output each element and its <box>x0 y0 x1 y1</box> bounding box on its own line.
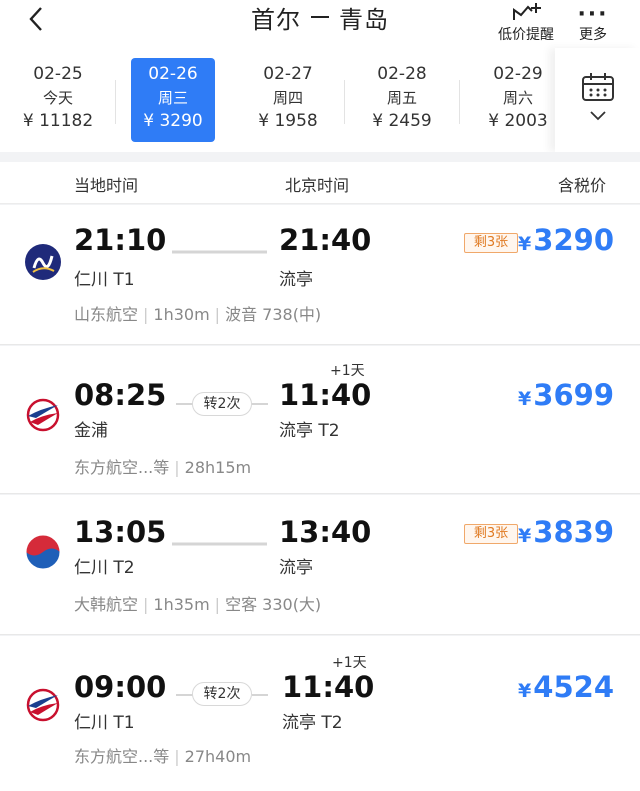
flight-price: ¥3699 <box>518 378 614 412</box>
calendar-button[interactable] <box>555 48 640 152</box>
section-gap <box>0 152 640 162</box>
arrival-time: 13:40 <box>279 515 372 549</box>
divider <box>344 80 345 124</box>
date-tab-0226[interactable]: 02-26 周三 ¥ 3290 <box>131 58 215 142</box>
seats-left-badge: 剩3张 <box>464 233 518 253</box>
date-tab-0227[interactable]: 02-27 周四 ¥ 1958 <box>236 58 340 142</box>
departure-airport: 金浦 <box>74 421 108 441</box>
beijing-time-header: 北京时间 <box>285 176 350 195</box>
column-header: 当地时间 北京时间 含税价 <box>0 162 640 204</box>
flight-info: 大韩航空 | 1h35m | 空客 330(大) <box>74 595 322 614</box>
aircraft-type: 空客 330(大) <box>225 595 322 614</box>
date-price: ¥ 2459 <box>372 111 432 131</box>
departure-airport: 仁川 T1 <box>74 270 135 290</box>
departure-time: 13:05 <box>74 515 167 549</box>
flight-card[interactable]: 13:05 13:40 仁川 T2 流亭 大韩航空 | 1h35m | 空客 330(大… <box>0 495 640 635</box>
more-dots-icon: ··· <box>577 2 609 27</box>
date-tab-0228[interactable]: 02-28 周五 ¥ 2459 <box>350 58 454 142</box>
date-selector: 02-25 今天 ¥ 11182 02-26 周三 ¥ 3290 02-27 周… <box>0 48 640 152</box>
date-tab-0225[interactable]: 02-25 今天 ¥ 11182 <box>6 58 110 142</box>
flight-line <box>172 250 267 254</box>
price-alert-button[interactable]: 低价提醒 <box>492 0 560 44</box>
next-day-label: +1天 <box>330 363 365 379</box>
date-label: 02-28 <box>377 64 427 84</box>
departure-airport: 仁川 T2 <box>74 558 135 578</box>
top-bar: 首尔 青岛 低价提醒 ··· 更多 <box>0 0 640 48</box>
date-label: 02-25 <box>33 64 83 84</box>
price-value: 3699 <box>533 378 614 412</box>
duration: 28h15m <box>184 458 252 477</box>
airline-name: 山东航空 <box>74 305 139 324</box>
date-price: ¥ 3290 <box>143 111 203 131</box>
seats-left-badge: 剩3张 <box>464 524 518 544</box>
flight-line <box>252 403 268 405</box>
arrival-time: 21:40 <box>279 223 372 257</box>
arrival-airport: 流亭 <box>279 558 313 578</box>
flight-price: ¥3290 <box>518 223 614 257</box>
weekday-label: 周五 <box>386 89 417 107</box>
chevron-down-icon <box>590 111 606 121</box>
date-label: 02-27 <box>263 64 313 84</box>
china-eastern-logo-icon <box>26 688 60 722</box>
route-dash-icon <box>311 16 329 18</box>
korean-air-logo-icon <box>25 534 61 570</box>
airline-name: 大韩航空 <box>74 595 139 614</box>
divider <box>115 80 116 124</box>
china-eastern-logo-icon <box>26 398 60 432</box>
weekday-label: 周四 <box>272 89 303 107</box>
shandong-airlines-logo-icon <box>25 244 61 280</box>
arrival-airport: 流亭 T2 <box>279 421 340 441</box>
departure-airport: 仁川 T1 <box>74 713 135 733</box>
flight-card[interactable]: 21:10 21:40 仁川 T1 流亭 山东航空 | 1h30m | 波音 738(中… <box>0 205 640 345</box>
price-value: 3839 <box>533 515 614 549</box>
departure-time: 08:25 <box>74 378 167 412</box>
arrival-time: 11:40 <box>279 378 372 412</box>
weekday-label: 今天 <box>42 89 73 107</box>
date-price: ¥ 1958 <box>258 111 318 131</box>
flight-line <box>172 542 267 546</box>
flight-info: 山东航空 | 1h30m | 波音 738(中) <box>74 305 322 324</box>
airline-name: 东方航空...等 <box>74 747 170 766</box>
currency-symbol: ¥ <box>518 525 532 547</box>
flight-line <box>252 694 268 696</box>
flight-price: ¥3839 <box>518 515 614 549</box>
flight-info: 东方航空...等 | 28h15m <box>74 458 252 477</box>
next-day-label: +1天 <box>332 655 367 671</box>
flight-info: 东方航空...等 | 27h40m <box>74 747 252 766</box>
duration: 1h30m <box>153 305 210 324</box>
flight-card[interactable]: +1天 09:00 转2次 11:40 仁川 T1 流亭 T2 东方航空...等… <box>0 636 640 791</box>
duration: 1h35m <box>153 595 210 614</box>
airline-name: 东方航空...等 <box>74 458 170 477</box>
aircraft-type: 波音 738(中) <box>225 305 322 324</box>
trend-plus-icon <box>513 3 541 20</box>
more-label: 更多 <box>579 27 607 43</box>
price-value: 3290 <box>533 223 614 257</box>
arrival-airport: 流亭 T2 <box>282 713 343 733</box>
weekday-label: 周三 <box>157 89 188 107</box>
transfer-badge: 转2次 <box>192 682 252 706</box>
origin-city: 首尔 <box>251 5 301 34</box>
departure-time: 09:00 <box>74 670 167 704</box>
destination-city: 青岛 <box>339 5 389 34</box>
price-value: 4524 <box>533 670 614 704</box>
flight-price: ¥4524 <box>518 670 614 704</box>
price-header: 含税价 <box>558 176 607 195</box>
calendar-icon <box>582 73 614 101</box>
arrival-time: 11:40 <box>282 670 375 704</box>
transfer-badge: 转2次 <box>192 392 252 416</box>
divider <box>459 80 460 124</box>
currency-symbol: ¥ <box>518 233 532 255</box>
departure-time: 21:10 <box>74 223 167 257</box>
arrival-airport: 流亭 <box>279 270 313 290</box>
currency-symbol: ¥ <box>518 388 532 410</box>
currency-symbol: ¥ <box>518 680 532 702</box>
local-time-header: 当地时间 <box>74 176 139 195</box>
price-alert-label: 低价提醒 <box>498 27 554 43</box>
duration: 27h40m <box>184 747 252 766</box>
flight-card[interactable]: +1天 08:25 转2次 11:40 金浦 流亭 T2 东方航空...等 | 28… <box>0 346 640 494</box>
date-label: 02-26 <box>148 64 198 84</box>
date-price: ¥ 11182 <box>22 111 94 131</box>
more-button[interactable]: ··· 更多 <box>570 0 616 44</box>
